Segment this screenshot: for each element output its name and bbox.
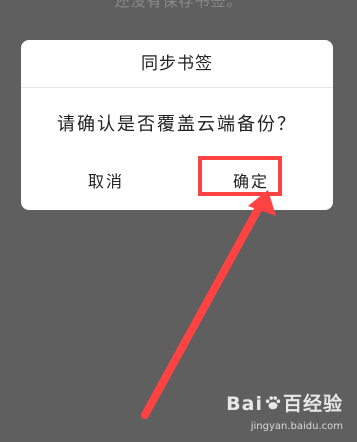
background-partial-text: 还没有保存书签。 — [114, 0, 243, 10]
dialog-title: 同步书签 — [141, 54, 213, 74]
baidu-watermark: Bai 百经验 — [226, 389, 343, 416]
watermark-url: jingyan.baidu.com — [250, 421, 343, 432]
watermark-brand-right: 经验 — [302, 393, 343, 415]
watermark-brand-mid: 百 — [282, 393, 303, 415]
dialog-message: 请确认是否覆盖云端备份？ — [57, 114, 297, 135]
sync-bookmarks-dialog: 同步书签 请确认是否覆盖云端备份？ 取消 确定 — [21, 40, 333, 210]
dialog-divider — [21, 87, 333, 88]
confirm-button[interactable]: 确定 — [221, 167, 281, 197]
cancel-button[interactable]: 取消 — [76, 167, 136, 197]
arrow-shaft — [141, 198, 266, 419]
paw-icon — [265, 396, 281, 410]
watermark-brand-left: Bai — [226, 393, 263, 415]
